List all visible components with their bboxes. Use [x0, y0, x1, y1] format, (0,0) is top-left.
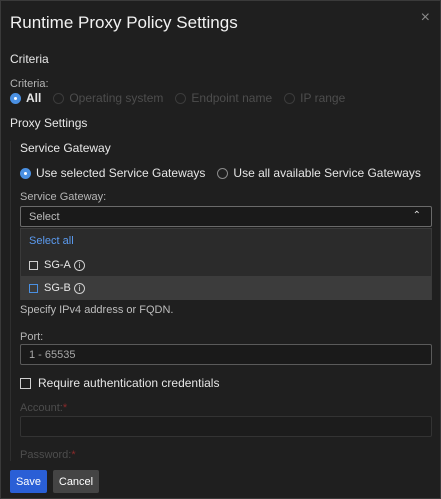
criteria-ip-radio [284, 92, 296, 104]
gateway-checkbox[interactable] [29, 283, 38, 293]
criteria-all-radio[interactable] [10, 92, 21, 104]
select-all-option[interactable]: Select all [21, 229, 431, 253]
use-all-gateways-label: Use all available Service Gateways [233, 166, 421, 180]
port-label: Port: [20, 331, 44, 343]
password-label: Password:* [20, 449, 76, 461]
use-all-gateways-radio[interactable] [217, 167, 229, 179]
criteria-all-label: All [26, 91, 42, 105]
criteria-os-radio [53, 92, 65, 104]
criteria-label: Criteria: [10, 78, 49, 90]
gateway-option-label: SG-A [44, 259, 71, 271]
gateway-mode-radio-group: Use selected Service Gateways Use all av… [20, 166, 433, 180]
address-hint: Specify IPv4 address or FQDN. [20, 304, 174, 316]
proxy-policy-dialog: Runtime Proxy Policy Settings × Criteria… [0, 0, 441, 499]
section-indent-line [10, 141, 11, 461]
gateway-option-sg-b[interactable]: SG-B i [21, 276, 431, 300]
service-gateway-select[interactable]: Select ⌃ [20, 206, 432, 227]
criteria-section-title: Criteria [10, 52, 49, 66]
gateway-option-label: SG-B [44, 282, 71, 294]
service-gateway-title: Service Gateway [20, 141, 111, 155]
criteria-radio-group: All Operating system Endpoint name IP ra… [10, 91, 357, 105]
criteria-os-label: Operating system [69, 91, 164, 105]
criteria-endpoint-radio [175, 92, 187, 104]
proxy-section-title: Proxy Settings [10, 116, 88, 130]
port-placeholder: 1 - 65535 [29, 349, 76, 361]
port-input[interactable]: 1 - 65535 [20, 344, 432, 365]
gateway-option-sg-a[interactable]: SG-A i [21, 253, 431, 277]
save-button[interactable]: Save [10, 470, 47, 493]
require-auth-checkbox[interactable] [20, 377, 31, 389]
cancel-button[interactable]: Cancel [53, 470, 99, 493]
use-selected-gateways-label: Use selected Service Gateways [36, 166, 206, 180]
service-gateway-dropdown: Select all SG-A i SG-B i [20, 228, 432, 300]
dialog-title: Runtime Proxy Policy Settings [10, 13, 238, 32]
account-input [20, 416, 432, 437]
gateway-checkbox[interactable] [29, 260, 38, 270]
account-label: Account:* [20, 402, 68, 414]
info-icon[interactable]: i [73, 282, 85, 294]
select-placeholder: Select [29, 211, 60, 223]
chevron-up-icon: ⌃ [412, 210, 421, 221]
service-gateway-label: Service Gateway: [20, 191, 107, 203]
info-icon[interactable]: i [73, 259, 85, 271]
close-icon[interactable]: × [421, 9, 430, 27]
require-auth-label: Require authentication credentials [38, 376, 220, 390]
use-selected-gateways-radio[interactable] [20, 167, 31, 179]
criteria-endpoint-label: Endpoint name [191, 91, 273, 105]
criteria-ip-label: IP range [300, 91, 346, 105]
require-auth-row[interactable]: Require authentication credentials [20, 376, 219, 390]
